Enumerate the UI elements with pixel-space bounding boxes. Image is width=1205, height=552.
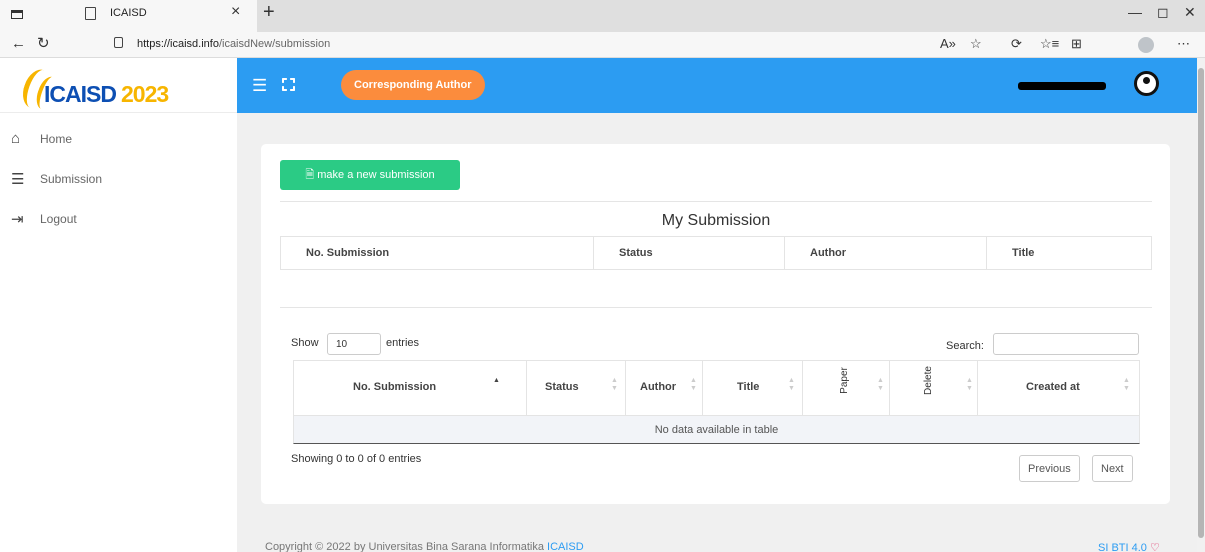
- col-delete[interactable]: Delete ▲ ▼: [890, 361, 978, 415]
- profile-icon[interactable]: [1138, 37, 1154, 53]
- tab-actions-icon[interactable]: [11, 10, 23, 19]
- logout-icon: ⇥: [11, 211, 24, 228]
- hamburger-menu-icon[interactable]: ☰: [252, 76, 267, 96]
- show-label: Show: [291, 337, 319, 349]
- sidebar-item-logout[interactable]: ⇥ Logout: [0, 205, 237, 235]
- back-button[interactable]: ←: [11, 35, 26, 52]
- lock-icon[interactable]: [114, 37, 123, 48]
- sort-icon: ▲ ▼: [690, 377, 697, 392]
- favorite-icon[interactable]: ☆: [970, 36, 982, 52]
- divider: [280, 307, 1152, 308]
- new-submission-button[interactable]: 🗎 make a new submission: [280, 160, 460, 190]
- tab-close-icon[interactable]: ×: [231, 3, 240, 21]
- fullscreen-icon[interactable]: [282, 78, 295, 91]
- table-info: Showing 0 to 0 of 0 entries: [291, 453, 422, 465]
- col-label: Title: [737, 381, 760, 393]
- previous-page-button[interactable]: Previous: [1019, 455, 1080, 482]
- sidebar: ICAISD 2023 ⌂ Home ☰ Submission ⇥ Logout: [0, 58, 237, 552]
- col-title[interactable]: Title ▲ ▼: [703, 361, 803, 415]
- sort-icon: ▲ ▼: [611, 377, 618, 392]
- sort-icon: ▲ ▼: [1123, 377, 1130, 392]
- heart-icon: ♡: [1149, 542, 1160, 552]
- col-label: No. Submission: [353, 381, 437, 393]
- logo-text: ICAISD: [44, 81, 117, 107]
- empty-table-message: No data available in table: [294, 415, 1139, 443]
- divider: [280, 201, 1152, 202]
- search-input[interactable]: [993, 333, 1139, 355]
- top-header: ☰ Corresponding Author: [237, 58, 1197, 113]
- more-menu-icon[interactable]: ⋯: [1177, 36, 1190, 52]
- browser-tab-bar: ICAISD × + — ◻ ✕: [0, 0, 1205, 32]
- col-label: Paper: [838, 367, 850, 394]
- url-field[interactable]: https://icaisd.info/icaisdNew/submission: [137, 38, 330, 50]
- submissions-datatable: No. Submission ▲ Status ▲ ▼ Author ▲ ▼ Tit…: [293, 360, 1140, 444]
- scrollbar-thumb[interactable]: [1198, 68, 1204, 538]
- read-aloud-icon[interactable]: A»: [940, 36, 956, 51]
- page-scrollbar[interactable]: [1197, 58, 1205, 552]
- list-icon: ☰: [11, 171, 25, 188]
- favorites-list-icon[interactable]: ☆≡: [1040, 36, 1059, 52]
- role-button[interactable]: Corresponding Author: [341, 70, 485, 100]
- footer-copyright: Copyright © 2022 by Universitas Bina Sar…: [265, 541, 584, 552]
- summary-col-status: Status: [594, 237, 785, 269]
- col-no-submission[interactable]: No. Submission ▲: [294, 361, 527, 415]
- sort-icon: ▲ ▼: [877, 377, 884, 392]
- refresh-ext-icon[interactable]: ⟳: [1011, 36, 1022, 52]
- summary-col-title: Title: [1012, 247, 1035, 259]
- redacted-username: [1018, 82, 1106, 90]
- home-icon: ⌂: [11, 130, 21, 147]
- browser-tab[interactable]: ICAISD ×: [0, 0, 257, 32]
- logo-year: 2023: [121, 81, 169, 107]
- address-bar: ← ↻ https://icaisd.info/icaisdNew/submis…: [0, 32, 1205, 58]
- footer-link[interactable]: ICAISD: [547, 541, 584, 552]
- col-paper[interactable]: Paper ▲ ▼: [803, 361, 890, 415]
- restore-button[interactable]: ◻: [1157, 4, 1169, 21]
- close-window-button[interactable]: ✕: [1184, 4, 1196, 21]
- tab-title: ICAISD: [110, 7, 147, 19]
- sort-icon: ▲ ▼: [788, 377, 795, 392]
- footer-version: SI BTI 4.0 ♡: [1098, 541, 1160, 552]
- sort-icon: ▲ ▼: [966, 377, 973, 392]
- new-tab-button[interactable]: +: [263, 1, 275, 24]
- sidebar-item-label: Submission: [40, 172, 103, 186]
- url-domain: https://icaisd.info: [137, 38, 219, 50]
- user-avatar-icon[interactable]: [1134, 71, 1159, 96]
- entries-label: entries: [386, 337, 420, 349]
- summary-col-author: Author: [785, 237, 987, 269]
- col-label: Delete: [922, 366, 934, 395]
- col-status[interactable]: Status ▲ ▼: [527, 361, 626, 415]
- col-label: Status: [545, 381, 579, 393]
- version-text: SI BTI 4.0: [1098, 542, 1147, 552]
- col-author[interactable]: Author ▲ ▼: [626, 361, 703, 415]
- sidebar-item-label: Home: [40, 132, 73, 146]
- submission-card: 🗎 make a new submission My Submission No…: [261, 144, 1170, 504]
- logo[interactable]: ICAISD 2023: [0, 58, 237, 113]
- page-size-select[interactable]: 10: [327, 333, 381, 355]
- summary-col-number: No. Submission: [281, 237, 594, 269]
- sidebar-item-label: Logout: [40, 212, 77, 226]
- reload-button[interactable]: ↻: [37, 34, 50, 52]
- search-label: Search:: [946, 340, 984, 352]
- collections-icon[interactable]: ⊞: [1071, 36, 1082, 52]
- col-label: Author: [640, 381, 677, 393]
- next-page-button[interactable]: Next: [1092, 455, 1133, 482]
- col-created-at[interactable]: Created at ▲ ▼: [978, 361, 1139, 415]
- col-label: Created at: [1026, 381, 1080, 393]
- sort-asc-icon: ▲: [493, 377, 500, 384]
- section-title: My Submission: [661, 212, 771, 229]
- summary-table: No. Submission Status Author Title: [280, 236, 1152, 270]
- url-path: /icaisdNew/submission: [218, 38, 331, 50]
- minimize-button[interactable]: —: [1128, 4, 1142, 20]
- copyright-text: Copyright © 2022 by Universitas Bina Sar…: [265, 541, 548, 552]
- sidebar-item-submission[interactable]: ☰ Submission: [0, 165, 237, 195]
- page-icon: [85, 7, 96, 20]
- sidebar-item-home[interactable]: ⌂ Home: [0, 125, 237, 155]
